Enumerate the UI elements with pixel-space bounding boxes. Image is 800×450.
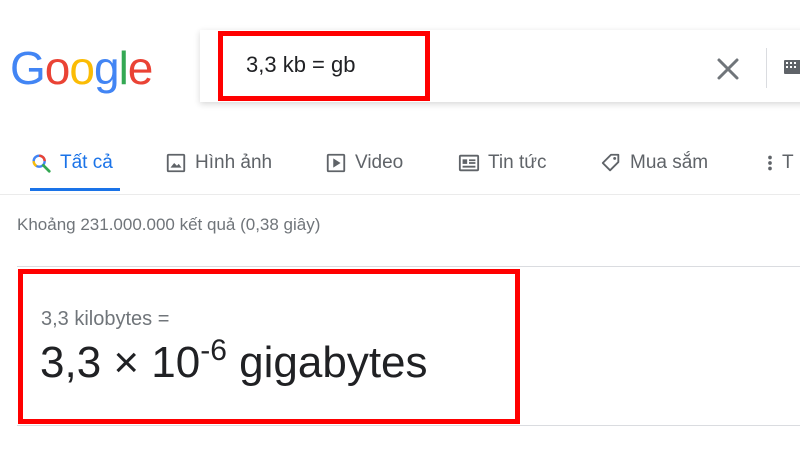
query-highlight-box	[218, 31, 430, 101]
tab-images[interactable]: Hình ảnh	[165, 148, 272, 178]
tag-icon	[601, 153, 620, 172]
tabs-divider	[0, 194, 800, 195]
logo-letter-g2: g	[93, 42, 120, 94]
video-icon	[326, 153, 346, 173]
search-icon	[32, 154, 51, 173]
search-tabs: Tất cả Hình ảnh Video Tin tức Mua sắm T	[0, 138, 800, 194]
active-tab-indicator	[30, 188, 120, 191]
logo-letter-o1: o	[44, 42, 71, 94]
result-highlight-box	[18, 269, 520, 424]
tab-shopping-label: Mua sắm	[630, 152, 709, 173]
keyboard-icon[interactable]	[784, 60, 800, 74]
news-icon	[458, 154, 480, 172]
tab-more-label: T	[782, 152, 794, 173]
result-divider-bottom	[17, 425, 800, 426]
tab-video-label: Video	[355, 152, 404, 173]
tab-more[interactable]: T	[766, 148, 794, 178]
tab-news-label: Tin tức	[488, 152, 547, 173]
tab-all-label: Tất cả	[60, 152, 113, 173]
search-divider	[766, 48, 767, 88]
logo-letter-o2: o	[69, 42, 95, 94]
result-divider-top	[17, 266, 800, 267]
more-icon	[768, 155, 772, 171]
result-stats: Khoảng 231.000.000 kết quả (0,38 giây)	[17, 215, 321, 234]
tab-all[interactable]: Tất cả	[30, 148, 113, 178]
google-logo[interactable]: Google	[10, 40, 154, 96]
logo-letter-g: G	[10, 42, 46, 94]
tab-images-label: Hình ảnh	[195, 152, 273, 173]
image-icon	[166, 153, 186, 173]
tab-news[interactable]: Tin tức	[458, 148, 546, 178]
tab-shopping[interactable]: Mua sắm	[600, 148, 708, 178]
tab-video[interactable]: Video	[325, 148, 403, 178]
logo-letter-l: l	[118, 42, 129, 94]
logo-letter-e: e	[127, 42, 154, 94]
close-icon[interactable]	[712, 53, 744, 85]
